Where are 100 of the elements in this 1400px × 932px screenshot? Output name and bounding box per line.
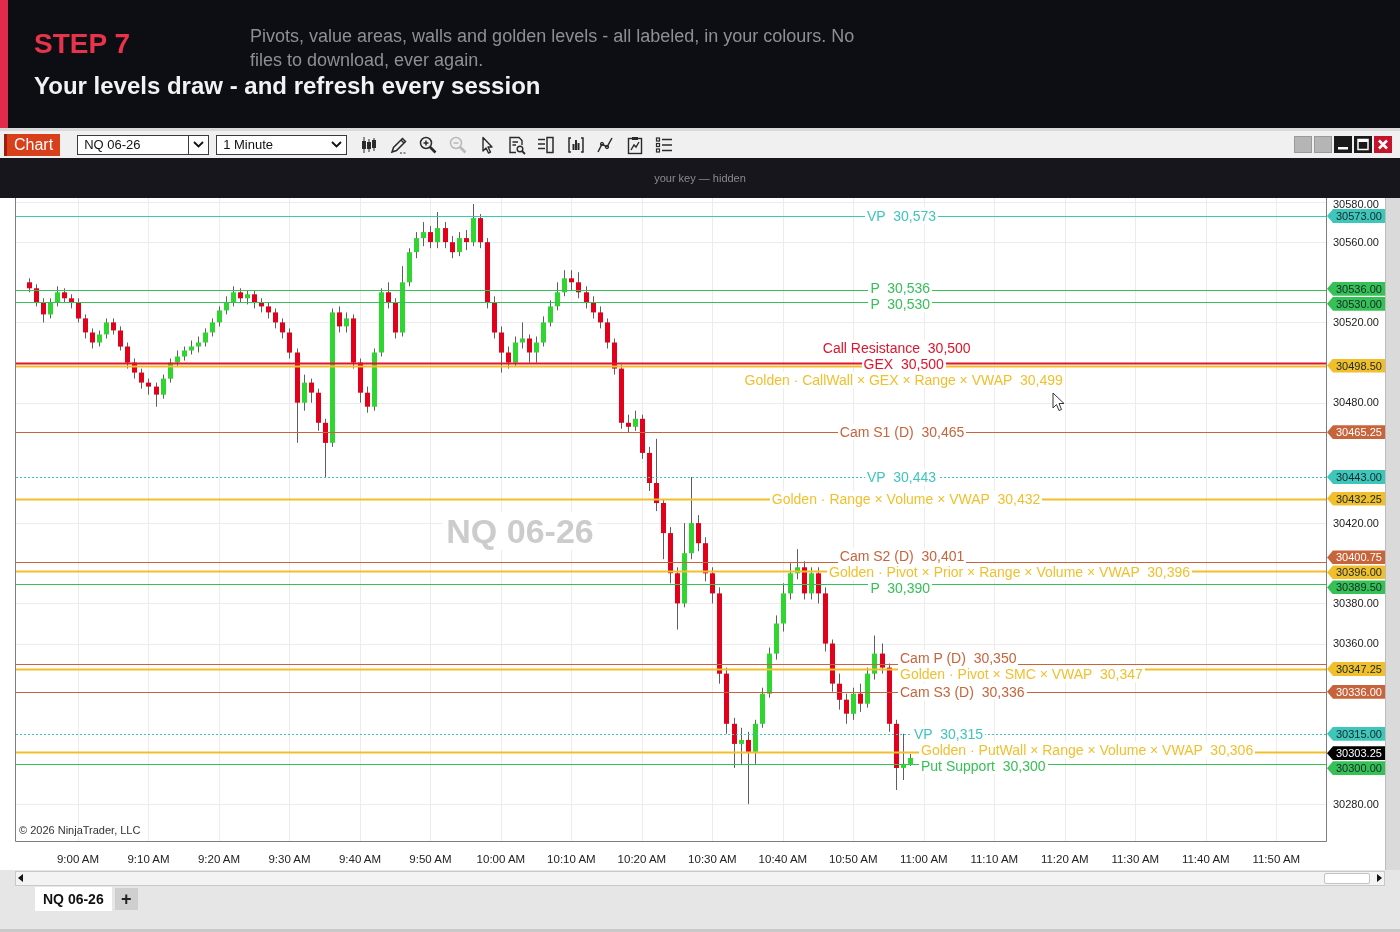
level-label: Call Resistance 30,500 bbox=[820, 339, 973, 356]
candlestick bbox=[414, 231, 419, 259]
candlestick bbox=[182, 346, 187, 362]
candlestick bbox=[584, 285, 589, 309]
candlestick bbox=[837, 673, 842, 711]
candlestick bbox=[337, 305, 342, 333]
candlestick bbox=[316, 388, 321, 432]
time-axis-label: 10:40 AM bbox=[758, 852, 808, 866]
level-label: Golden · PutWall × Range × Volume × VWAP 30,306 bbox=[919, 741, 1256, 758]
candlestick bbox=[844, 693, 849, 725]
candlestick bbox=[365, 386, 370, 414]
time-axis-label: 11:20 AM bbox=[1040, 852, 1089, 866]
candlestick bbox=[569, 269, 574, 291]
candlestick bbox=[259, 297, 264, 313]
candlestick bbox=[506, 346, 511, 370]
time-axis-label: 9:00 AM bbox=[56, 852, 100, 866]
candlestick bbox=[400, 265, 405, 337]
horizontal-scrollbar[interactable] bbox=[15, 870, 1385, 886]
candlestick bbox=[83, 313, 88, 339]
interval-dropdown[interactable]: 1 Minute bbox=[216, 134, 348, 155]
candlestick bbox=[189, 340, 194, 355]
candlestick bbox=[520, 321, 525, 349]
list-icon[interactable] bbox=[654, 134, 675, 155]
price-tag: 30336.00 bbox=[1327, 684, 1385, 699]
candlestick bbox=[612, 338, 617, 376]
candlestick bbox=[273, 307, 278, 329]
price-axis-label: 30520.00 bbox=[1333, 315, 1379, 329]
candlestick bbox=[386, 281, 391, 309]
time-axis-label: 10:20 AM bbox=[617, 852, 667, 866]
chart-button[interactable]: Chart bbox=[4, 133, 61, 156]
candlestick bbox=[358, 358, 363, 404]
candlestick bbox=[41, 297, 46, 323]
level-label: VP 30,573 bbox=[865, 208, 939, 225]
candlestick bbox=[894, 719, 899, 791]
candlestick bbox=[724, 667, 729, 735]
candlestick bbox=[372, 348, 377, 412]
scroll-left-icon[interactable] bbox=[18, 874, 24, 882]
price-tag: 30347.25 bbox=[1327, 662, 1385, 677]
candlestick bbox=[647, 446, 652, 492]
candlestick bbox=[605, 317, 610, 349]
bar-chart-icon[interactable] bbox=[565, 134, 586, 155]
panel-layout-icon[interactable] bbox=[536, 134, 557, 155]
scroll-right-icon[interactable] bbox=[1376, 874, 1382, 882]
price-axis-label: 30560.00 bbox=[1333, 235, 1379, 249]
candlestick bbox=[591, 295, 596, 319]
time-axis-label: 10:50 AM bbox=[829, 852, 878, 866]
candlestick bbox=[104, 317, 109, 339]
zoom-in-icon[interactable] bbox=[418, 134, 439, 155]
candlestick bbox=[802, 560, 807, 600]
candlestick bbox=[703, 536, 708, 582]
instrument-dropdown[interactable]: NQ 06-26 bbox=[77, 134, 210, 155]
candlestick bbox=[767, 647, 772, 699]
pencil-icon[interactable] bbox=[388, 134, 409, 155]
candlestick bbox=[435, 211, 440, 249]
level-label: Golden · Pivot × Prior × Range × Volume × VWAP 30,396 bbox=[827, 564, 1193, 581]
candlestick bbox=[471, 203, 476, 247]
level-label: Cam P (D) 30,350 bbox=[898, 650, 1019, 667]
chart-tab[interactable]: NQ 06-26 bbox=[35, 887, 112, 911]
candlestick bbox=[231, 285, 236, 307]
chevron-down-icon bbox=[330, 141, 342, 148]
add-tab-button[interactable]: + bbox=[114, 888, 138, 910]
candlestick bbox=[393, 297, 398, 339]
price-axis-label: 30420.00 bbox=[1333, 516, 1379, 530]
candlestick bbox=[562, 269, 567, 297]
time-axis-label: 11:30 AM bbox=[1111, 852, 1160, 866]
candlestick bbox=[203, 327, 208, 347]
candlestick bbox=[154, 382, 159, 408]
candlestick bbox=[527, 334, 532, 364]
level-label: P 30,390 bbox=[868, 580, 933, 597]
candlestick bbox=[548, 299, 553, 327]
candlestick bbox=[344, 311, 349, 333]
time-axis-label: 11:00 AM bbox=[899, 852, 948, 866]
candlestick bbox=[809, 566, 814, 600]
level-label: Cam S1 (D) 30,465 bbox=[837, 424, 967, 441]
price-tag: 30300.00 bbox=[1327, 761, 1385, 776]
minimize-icon[interactable] bbox=[1334, 136, 1352, 153]
maximize-icon[interactable] bbox=[1354, 136, 1372, 153]
document-search-icon[interactable] bbox=[506, 134, 527, 155]
vertical-scrollbar[interactable] bbox=[1385, 198, 1400, 870]
price-axis-label: 30580.00 bbox=[1333, 198, 1379, 211]
candlestick bbox=[118, 325, 123, 351]
candlestick bbox=[710, 566, 715, 604]
candlestick bbox=[443, 221, 448, 249]
close-icon[interactable] bbox=[1374, 136, 1392, 153]
candlestick bbox=[675, 566, 680, 630]
scrollbar-thumb[interactable] bbox=[1324, 872, 1370, 884]
candlestick bbox=[823, 586, 828, 652]
time-axis-label: 11:40 AM bbox=[1181, 852, 1230, 866]
time-axis-label: 10:30 AM bbox=[688, 852, 737, 866]
candlestick bbox=[379, 287, 384, 357]
candlestick bbox=[534, 336, 539, 364]
chevron-down-icon bbox=[193, 141, 205, 148]
candlestick bbox=[224, 295, 229, 315]
candlestick bbox=[27, 277, 32, 293]
price-axis-label: 30280.00 bbox=[1333, 797, 1379, 811]
time-axis-label: 9:10 AM bbox=[127, 852, 170, 866]
candlestick bbox=[499, 325, 504, 374]
candlestick bbox=[34, 283, 39, 307]
candlestick bbox=[196, 336, 201, 353]
candlestick bbox=[851, 687, 856, 721]
